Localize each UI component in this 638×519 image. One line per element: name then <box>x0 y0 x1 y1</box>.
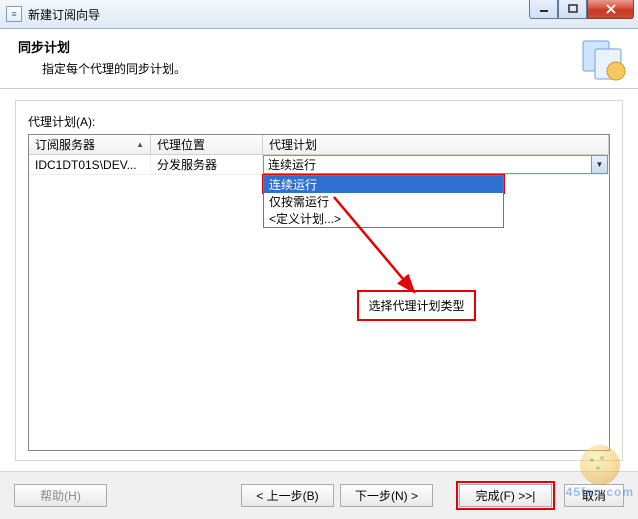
next-button[interactable]: 下一步(N) > <box>340 484 433 507</box>
close-icon <box>605 4 617 14</box>
maximize-button[interactable] <box>558 0 587 19</box>
schedule-combobox[interactable]: 连续运行 ▼ <box>263 155 608 174</box>
agent-schedule-grid: 订阅服务器 ▲ 代理位置 代理计划 IDC1DT01S\DEV... 分发服务器… <box>28 134 610 451</box>
col-header-agent-schedule[interactable]: 代理计划 <box>263 135 609 154</box>
help-button[interactable]: 帮助(H) <box>14 484 107 507</box>
cell-subscriber: IDC1DT01S\DEV... <box>29 155 151 174</box>
col-header-agent-location[interactable]: 代理位置 <box>151 135 263 154</box>
wizard-subtitle: 指定每个代理的同步计划。 <box>42 60 624 77</box>
wizard-body: 代理计划(A): 订阅服务器 ▲ 代理位置 代理计划 IDC1DT01S\DEV… <box>15 100 623 461</box>
schedule-dropdown-list: 连续运行 仅按需运行 <定义计划...> <box>263 175 504 228</box>
app-icon: ≡ <box>6 6 22 22</box>
wizard-footer: 帮助(H) < 上一步(B) 下一步(N) > 完成(F) >>| 取消 <box>0 471 638 519</box>
finish-button[interactable]: 完成(F) >>| <box>459 484 552 507</box>
maximize-icon <box>568 4 578 14</box>
dropdown-item-define[interactable]: <定义计划...> <box>264 210 503 227</box>
col-header-agent-location-label: 代理位置 <box>157 136 205 153</box>
sort-asc-icon: ▲ <box>136 140 144 149</box>
wizard-header: 同步计划 指定每个代理的同步计划。 <box>0 29 638 89</box>
title-bar: ≡ 新建订阅向导 <box>0 0 638 29</box>
grid-header: 订阅服务器 ▲ 代理位置 代理计划 <box>29 135 609 155</box>
wizard-header-icon <box>580 35 628 83</box>
col-header-subscriber-label: 订阅服务器 <box>35 136 95 153</box>
cancel-button[interactable]: 取消 <box>564 484 624 507</box>
section-label: 代理计划(A): <box>28 113 610 130</box>
close-button[interactable] <box>587 0 634 19</box>
chevron-down-icon[interactable]: ▼ <box>591 156 607 173</box>
window-title: 新建订阅向导 <box>28 6 100 23</box>
back-button[interactable]: < 上一步(B) <box>241 484 334 507</box>
wizard-title: 同步计划 <box>18 37 624 56</box>
annotation-label: 选择代理计划类型 <box>357 290 476 321</box>
col-header-subscriber[interactable]: 订阅服务器 ▲ <box>29 135 151 154</box>
table-row: IDC1DT01S\DEV... 分发服务器 连续运行 ▼ <box>29 155 609 175</box>
cell-agent-location: 分发服务器 <box>151 155 263 174</box>
dropdown-item-ondemand[interactable]: 仅按需运行 <box>264 193 503 210</box>
minimize-button[interactable] <box>529 0 558 19</box>
window-controls <box>529 0 634 19</box>
schedule-combobox-value: 连续运行 <box>264 156 591 173</box>
cell-agent-schedule: 连续运行 ▼ <box>263 155 609 174</box>
dropdown-item-continuous[interactable]: 连续运行 <box>264 176 503 193</box>
col-header-agent-schedule-label: 代理计划 <box>269 136 317 153</box>
annotation-label-text: 选择代理计划类型 <box>368 297 464 314</box>
minimize-icon <box>539 4 549 14</box>
